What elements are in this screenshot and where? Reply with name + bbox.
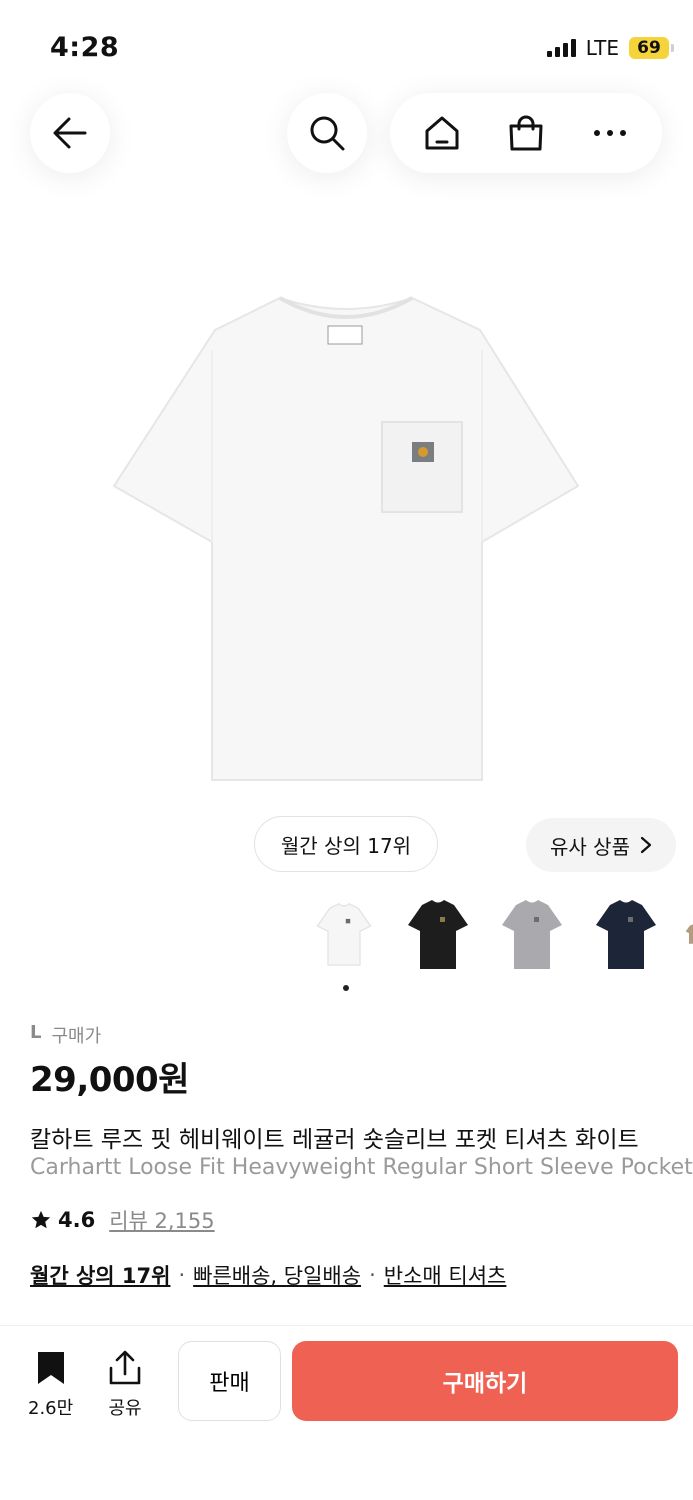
- network-label: LTE: [585, 36, 619, 60]
- color-swatch-list: [308, 895, 693, 973]
- bookmark-icon: [37, 1352, 64, 1384]
- color-swatch[interactable]: [308, 895, 380, 973]
- color-swatch[interactable]: [590, 895, 662, 973]
- review-link[interactable]: 리뷰 2,155: [109, 1205, 214, 1235]
- nav-action-group: [390, 93, 662, 173]
- price-label: L 구매가: [30, 1022, 101, 1048]
- product-name-en: Carhartt Loose Fit Heavyweight Regular S…: [30, 1155, 693, 1180]
- buy-price-label: 구매가: [51, 1026, 102, 1047]
- similar-products-label: 유사 상품: [550, 834, 630, 859]
- size-label: L: [30, 1022, 42, 1043]
- tshirt-thumbnail: [316, 902, 372, 966]
- share-button[interactable]: 공유: [108, 1350, 142, 1420]
- rating-score: 4.6: [58, 1208, 96, 1232]
- tag-separator: ·: [369, 1263, 376, 1287]
- product-name-ko: 칼하트 루즈 핏 헤비웨이트 레귤러 숏슬리브 포켓 티셔츠 화이트: [30, 1127, 639, 1153]
- share-label: 공유: [108, 1398, 142, 1419]
- home-button[interactable]: [414, 105, 470, 161]
- tag-row: 월간 상의 17위 · 빠른배송, 당일배송 · 반소매 티셔츠: [30, 1260, 506, 1290]
- star-icon: [31, 1210, 51, 1229]
- shopping-bag-icon: [509, 115, 543, 151]
- color-swatch[interactable]: [402, 895, 474, 973]
- more-button[interactable]: [582, 105, 638, 161]
- bookmark-count: 2.6만: [28, 1398, 74, 1419]
- tshirt-thumbnail: [596, 900, 656, 969]
- rank-badge[interactable]: 월간 상의 17위: [254, 816, 438, 872]
- tag-category-link[interactable]: 반소매 티셔츠: [384, 1260, 507, 1290]
- product-price: 29,000원: [30, 1060, 189, 1100]
- signal-icon: [546, 39, 576, 57]
- tshirt-thumbnail: [502, 900, 562, 969]
- sell-button[interactable]: 판매: [178, 1341, 281, 1421]
- chevron-right-icon: [640, 836, 652, 854]
- search-icon: [310, 116, 345, 151]
- color-swatch[interactable]: [496, 895, 568, 973]
- color-swatch[interactable]: [684, 895, 693, 973]
- status-indicators: LTE 69: [546, 36, 674, 60]
- status-time: 4:28: [50, 32, 120, 63]
- back-button[interactable]: [30, 93, 110, 173]
- bookmark-button[interactable]: 2.6만: [28, 1350, 73, 1420]
- arrow-left-icon: [53, 117, 87, 149]
- tag-delivery-link[interactable]: 빠른배송, 당일배송: [193, 1260, 361, 1290]
- similar-products-button[interactable]: 유사 상품: [526, 818, 676, 872]
- tag-separator: ·: [178, 1263, 186, 1287]
- battery-icon: 69: [629, 37, 674, 59]
- tshirt-thumbnail: [408, 900, 468, 969]
- cart-button[interactable]: [498, 105, 554, 161]
- tag-rank-link[interactable]: 월간 상의 17위: [30, 1260, 170, 1290]
- more-icon: [594, 130, 626, 136]
- buy-button[interactable]: 구매하기: [292, 1341, 678, 1421]
- rating-row: 4.6 리뷰 2,155: [30, 1205, 215, 1235]
- share-icon: [109, 1350, 141, 1385]
- tshirt-thumbnail: [685, 924, 693, 944]
- product-image[interactable]: [110, 290, 582, 782]
- carousel-indicator: [343, 985, 349, 991]
- search-button[interactable]: [287, 93, 367, 173]
- home-icon: [425, 116, 459, 150]
